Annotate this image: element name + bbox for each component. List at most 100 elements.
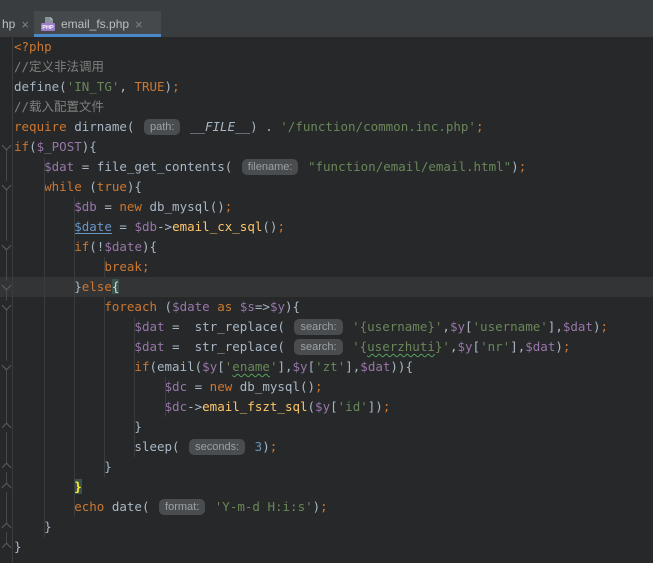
code-token: ) xyxy=(165,79,173,94)
code-token: ename xyxy=(232,359,270,374)
code-line: define('IN_TG', TRUE); xyxy=(0,77,653,97)
code-token: ){ xyxy=(285,299,300,314)
code-token: [ xyxy=(308,359,316,374)
code-line: } xyxy=(0,457,653,477)
code-token: ){ xyxy=(82,139,97,154)
code-token: [ xyxy=(330,399,338,414)
code-line: $dat = str_replace( search: '{username}'… xyxy=(0,317,653,337)
code-token xyxy=(14,399,165,414)
code-token: if xyxy=(134,359,149,374)
code-token: str_replace( xyxy=(195,339,293,354)
code-token: break; xyxy=(104,259,149,274)
code-token: = xyxy=(74,159,97,174)
code-token: $date xyxy=(104,239,142,254)
code-token: ( xyxy=(89,179,97,194)
code-token xyxy=(232,299,240,314)
code-token: $y xyxy=(202,359,217,374)
code-token: } xyxy=(14,539,22,554)
code-line: $db = new db_mysql(); xyxy=(0,197,653,217)
code-line: $dc = new db_mysql(); xyxy=(0,377,653,397)
code-token: ; xyxy=(519,159,527,174)
code-line: $dat = file_get_contents( filename: "fun… xyxy=(0,157,653,177)
code-token: ; xyxy=(172,79,180,94)
code-token: email_cx_sql xyxy=(172,219,262,234)
svg-text:PHP: PHP xyxy=(42,25,54,31)
editor-tab-bar: hp × PHP email_fs.php × xyxy=(0,0,653,37)
code-token: if xyxy=(74,239,89,254)
code-token: ; xyxy=(563,339,571,354)
code-editor[interactable]: <?php//定义非法调用define('IN_TG', TRUE);//载入配… xyxy=(0,37,653,563)
code-token: [ xyxy=(217,359,225,374)
code-line: if($_POST){ xyxy=(0,137,653,157)
code-token: }' xyxy=(435,339,450,354)
code-token: ){ xyxy=(127,179,142,194)
code-token: = xyxy=(187,379,210,394)
indent-guide xyxy=(44,157,45,537)
tab-email-fs-php[interactable]: PHP email_fs.php × xyxy=(34,11,161,37)
code-token: -> xyxy=(157,219,172,234)
code-token: ) xyxy=(511,159,519,174)
code-token: else xyxy=(82,279,112,294)
code-token xyxy=(14,379,165,394)
inline-hint-badge: format: xyxy=(159,499,205,515)
code-token: ], xyxy=(548,319,563,334)
inline-hint-badge: path: xyxy=(144,119,180,135)
code-token: ) xyxy=(262,439,270,454)
code-token: $dat xyxy=(134,339,164,354)
code-token: ; xyxy=(225,199,233,214)
code-token: '{username}' xyxy=(352,319,442,334)
code-token: $dat xyxy=(563,319,593,334)
code-token: } xyxy=(14,419,142,434)
code-line: //载入配置文件 xyxy=(0,97,653,117)
code-token: str_replace( xyxy=(195,319,293,334)
code-token: email_fszt_sql xyxy=(202,399,307,414)
code-token: } xyxy=(14,459,112,474)
code-token: 'zt' xyxy=(315,359,345,374)
code-token xyxy=(345,319,353,334)
code-token: )){ xyxy=(390,359,413,374)
code-token: { xyxy=(112,279,120,294)
tab-partial-php-file[interactable]: hp × xyxy=(0,11,36,37)
code-token: = xyxy=(112,219,135,234)
code-token: 'Y-m-d H:i:s' xyxy=(215,499,313,514)
code-token: ( xyxy=(29,139,37,154)
code-token: new xyxy=(210,379,240,394)
code-token: ], xyxy=(345,359,360,374)
code-line: } xyxy=(0,537,653,557)
close-icon[interactable]: × xyxy=(135,18,143,31)
indent-guide xyxy=(74,197,75,517)
code-line: sleep( seconds: 3); xyxy=(0,437,653,457)
code-token: TRUE xyxy=(134,79,164,94)
code-token: dirname( xyxy=(74,119,142,134)
code-token xyxy=(14,259,104,274)
code-line: if(email($y['ename'],$y['zt'],$dat)){ xyxy=(0,357,653,377)
code-line: echo date( format: 'Y-m-d H:i:s'); xyxy=(0,497,653,517)
code-token: -> xyxy=(187,399,202,414)
code-token: true xyxy=(97,179,127,194)
code-token: () xyxy=(262,219,277,234)
code-token: $dat xyxy=(134,319,164,334)
code-token: = xyxy=(165,319,195,334)
code-token xyxy=(182,119,190,134)
code-token: userzhuti xyxy=(367,339,435,354)
indent-guide xyxy=(134,317,135,457)
code-token: ){ xyxy=(142,239,157,254)
code-token: $y xyxy=(457,339,472,354)
close-icon[interactable]: × xyxy=(21,18,29,31)
code-token: ) . xyxy=(250,119,280,134)
code-line: break; xyxy=(0,257,653,277)
code-token: __FILE__ xyxy=(190,119,250,134)
code-line: }else{ xyxy=(0,277,653,297)
code-token: as xyxy=(217,299,232,314)
code-token: ) xyxy=(555,339,563,354)
code-token: ], xyxy=(277,359,292,374)
code-token: sleep( xyxy=(134,439,187,454)
code-token: <?php xyxy=(14,39,52,54)
code-token: $s xyxy=(240,299,255,314)
code-token: ) xyxy=(593,319,601,334)
code-token: ], xyxy=(510,339,525,354)
code-token: } xyxy=(74,279,82,294)
code-token: 'id' xyxy=(338,399,368,414)
code-token: if xyxy=(14,139,29,154)
code-token: file_get_contents( xyxy=(97,159,240,174)
